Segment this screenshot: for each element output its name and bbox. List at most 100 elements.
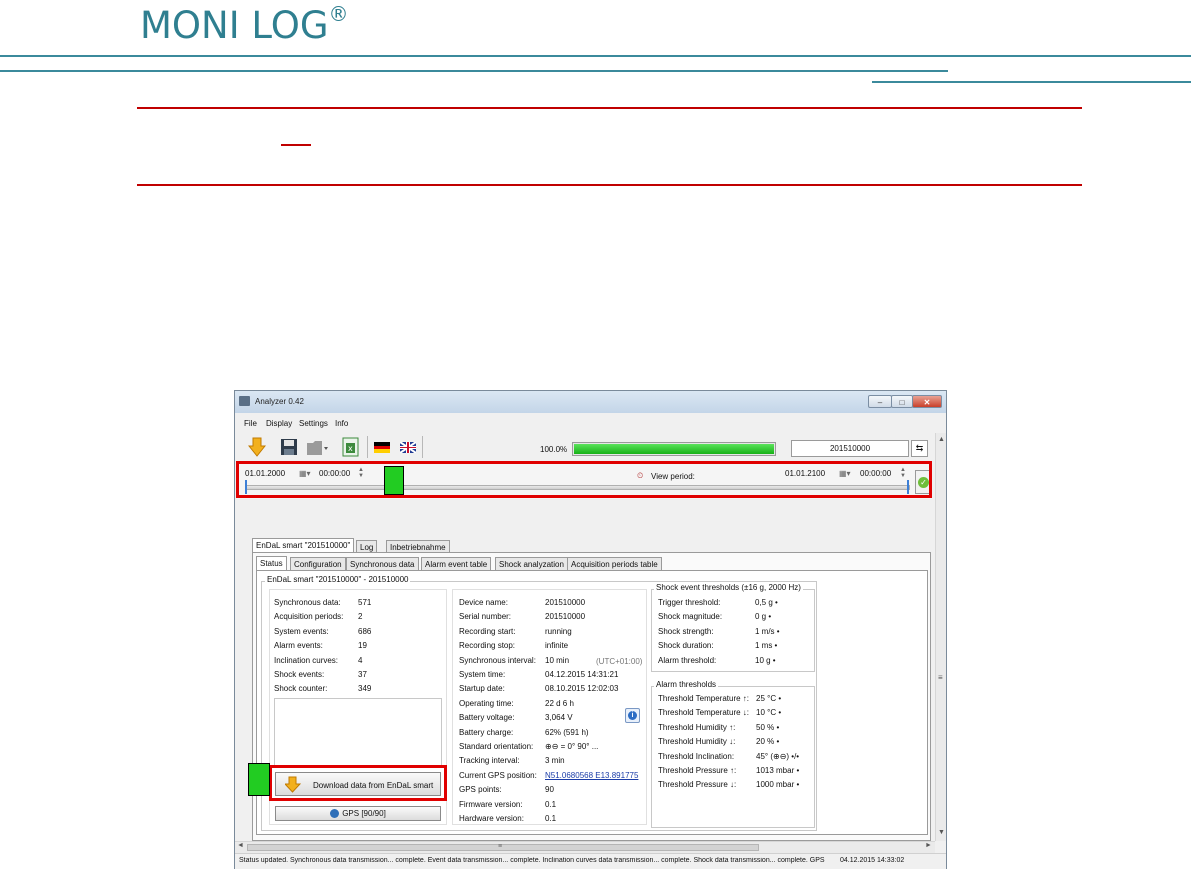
device-info-value: 22 d 6 h <box>545 698 574 708</box>
window-title: Analyzer 0.42 <box>255 397 304 406</box>
red-rule-top <box>137 107 1082 109</box>
tab-acquisition-periods-table[interactable]: Acquisition periods table <box>567 557 662 570</box>
device-info-label: GPS points: <box>459 785 502 795</box>
battery-info-button[interactable]: i <box>625 708 640 723</box>
shock-threshold-label: Shock strength: <box>658 626 714 636</box>
alarm-threshold-label: Threshold Temperature ↑: <box>658 694 750 703</box>
device-info-label: Current GPS position: <box>459 770 537 780</box>
gps-button[interactable]: GPS [90/90] <box>275 806 441 821</box>
header-divider-left <box>0 70 948 72</box>
horizontal-scrollbar[interactable]: ◄ ≡ ► <box>235 841 935 853</box>
header-divider-right <box>872 81 1191 83</box>
device-info-value: 201510000 <box>545 598 586 607</box>
vertical-scrollbar[interactable]: ▲ ≡ ▼ <box>935 433 946 841</box>
alarm-threshold-label: Threshold Humidity ↑: <box>658 722 736 732</box>
device-info-label: Recording start: <box>459 626 516 636</box>
device-info-value: 04.12.2015 14:31:21 <box>545 670 619 679</box>
device-info-label: Tracking interval: <box>459 756 520 766</box>
red-mark <box>281 144 311 146</box>
tab-endal-smart[interactable]: EnDaL smart "201510000" <box>252 538 355 553</box>
shock-threshold-label: Shock duration: <box>658 641 714 651</box>
count-value: 571 <box>358 598 372 607</box>
device-status-group-title: EnDaL smart "201510000" - 201510000 <box>265 575 411 584</box>
alarm-threshold-label: Threshold Pressure ↓: <box>658 780 737 790</box>
uk-flag-icon[interactable] <box>400 442 416 453</box>
logo-text: MONI LOG <box>140 4 329 47</box>
horizontal-scroll-thumb[interactable]: ≡ <box>247 843 759 851</box>
alarm-threshold-value: 25 °C • <box>756 694 782 703</box>
title-bar[interactable]: Analyzer 0.42 – □ ✕ <box>235 391 946 413</box>
app-icon <box>239 396 250 406</box>
open-folder-icon[interactable] <box>306 438 328 456</box>
marker-view-period <box>384 466 404 495</box>
shock-threshold-value: 10 g • <box>755 655 776 665</box>
scroll-up-icon[interactable]: ▲ <box>938 436 945 443</box>
menu-display[interactable]: Display <box>266 419 292 428</box>
count-label: System events: <box>274 626 329 636</box>
device-info-value: running <box>545 626 572 636</box>
tab-status[interactable]: Status <box>256 556 287 571</box>
toolbar-separator <box>422 436 423 458</box>
scroll-grip-icon: ≡ <box>498 843 503 850</box>
moni-log-logo: MONI LOG® <box>140 2 349 47</box>
tab-alarm-event-table[interactable]: Alarm event table <box>421 557 492 570</box>
shock-threshold-value: 0,5 g • <box>755 598 778 607</box>
device-info-value: 0.1 <box>545 799 557 809</box>
alarm-threshold-value: 1013 mbar • <box>756 766 800 775</box>
menu-file[interactable]: File <box>244 419 257 428</box>
count-label: Acquisition periods: <box>274 612 344 622</box>
save-disk-icon[interactable] <box>280 438 298 456</box>
device-info-label: Synchronous interval: <box>459 655 536 665</box>
scroll-down-icon[interactable]: ▼ <box>938 829 945 836</box>
device-info-label: Hardware version: <box>459 814 524 823</box>
highlight-download-button <box>269 765 447 801</box>
globe-icon <box>330 809 340 819</box>
svg-text:x: x <box>348 444 353 453</box>
device-info-label: Operating time: <box>459 698 514 708</box>
alarm-thresholds-title: Alarm thresholds <box>654 680 719 689</box>
progress-bar <box>572 442 776 456</box>
device-info-value: 0.1 <box>545 814 557 823</box>
german-flag-icon[interactable] <box>374 442 390 453</box>
menu-info[interactable]: Info <box>335 419 348 428</box>
device-info-value: 62% (591 h) <box>545 727 589 737</box>
tab-configuration[interactable]: Configuration <box>290 557 346 570</box>
maximize-button[interactable]: □ <box>891 395 913 408</box>
count-value: 19 <box>358 641 367 651</box>
excel-export-icon[interactable]: x <box>342 437 360 457</box>
usb-icon[interactable]: ⇆ <box>911 440 928 457</box>
minimize-button[interactable]: – <box>868 395 892 408</box>
device-id-field[interactable]: 201510000 <box>791 440 909 457</box>
shock-threshold-value: 1 m/s • <box>755 626 780 636</box>
scroll-grip-icon[interactable]: ≡ <box>938 673 943 682</box>
download-arrow-icon[interactable] <box>248 437 266 457</box>
status-timestamp: 04.12.2015 14:33:02 <box>840 857 905 864</box>
alarm-threshold-value: 1000 mbar • <box>756 780 800 790</box>
alarm-threshold-label: Threshold Temperature ↓: <box>658 708 750 718</box>
scroll-right-icon[interactable]: ► <box>925 842 932 849</box>
alarm-threshold-label: Threshold Inclination: <box>658 751 735 761</box>
device-info-value: 3,064 V <box>545 713 573 723</box>
device-info-value: 10 min <box>545 655 570 665</box>
gps-position-link[interactable]: N51.0680568 E13.891775 <box>545 771 638 780</box>
red-rule-bottom <box>137 184 1082 186</box>
device-info-value: ⊕⊖ = 0° 90° ... <box>545 742 599 751</box>
device-info-label: Startup date: <box>459 684 505 694</box>
tab-shock-analyzation[interactable]: Shock analyzation <box>495 557 568 570</box>
alarm-threshold-value: 10 °C • <box>756 708 782 718</box>
scroll-left-icon[interactable]: ◄ <box>237 842 244 849</box>
shock-threshold-label: Shock magnitude: <box>658 612 723 622</box>
alarm-threshold-value: 50 % • <box>756 722 780 732</box>
device-info-label: Recording stop: <box>459 641 516 651</box>
toolbar: x 100.0% 201510000 ⇆ <box>235 433 935 463</box>
preview-box <box>274 698 442 768</box>
status-bar: Status updated. Synchronous data transmi… <box>235 853 946 869</box>
device-info-value: infinite <box>545 641 569 651</box>
close-button[interactable]: ✕ <box>912 395 942 408</box>
highlight-view-period <box>236 461 932 498</box>
menu-settings[interactable]: Settings <box>299 419 328 428</box>
shock-threshold-value: 1 ms • <box>755 641 778 651</box>
tab-synchronous-data[interactable]: Synchronous data <box>346 557 419 570</box>
device-info-label: Serial number: <box>459 612 512 622</box>
shock-threshold-value: 0 g • <box>755 612 772 622</box>
